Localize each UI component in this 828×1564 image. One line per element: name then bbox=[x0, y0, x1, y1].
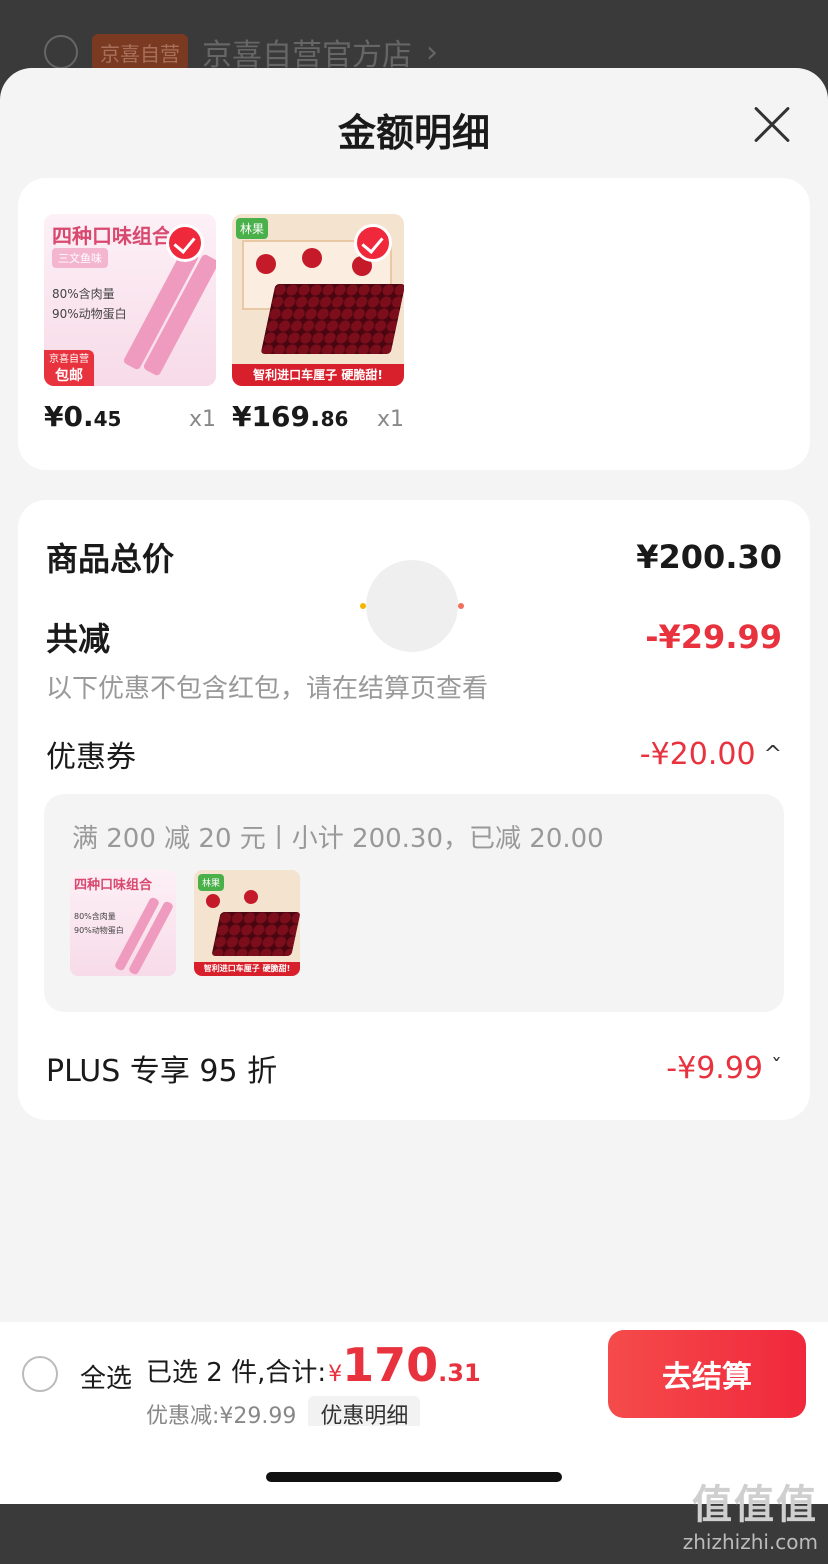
product-image[interactable]: 林果 智利进口车厘子 硬脆甜! bbox=[232, 214, 404, 386]
cherry-graphic bbox=[206, 894, 220, 908]
product-image-tag: 三文鱼味 bbox=[52, 248, 108, 268]
product-image-line: 80%含肉量 bbox=[74, 912, 116, 921]
coupon-value: -¥20.00 ^ bbox=[640, 737, 782, 772]
background-store-radio bbox=[44, 35, 78, 69]
total-currency: ¥ bbox=[328, 1362, 343, 1387]
chevron-down-icon[interactable]: ˇ bbox=[771, 1056, 782, 1081]
selected-count-text: 已选 2 件,合计: bbox=[146, 1358, 327, 1388]
total-reduce-value: -¥29.99 bbox=[645, 618, 782, 656]
product-image-title: 四种口味组合 bbox=[52, 224, 172, 248]
amount-detail-sheet: 金额明细 四种口味组合 三文鱼味 80%含肉量 90%动物蛋白 京喜自营 包邮 bbox=[0, 68, 828, 1504]
checkout-bar: 全选 已选 2 件,合计: ¥ 170 .31 优惠减:¥29.99 优惠明细 … bbox=[0, 1322, 828, 1432]
home-indicator[interactable] bbox=[266, 1472, 562, 1482]
product-item[interactable]: 四种口味组合 三文鱼味 80%含肉量 90%动物蛋白 京喜自营 包邮 ¥0.45… bbox=[44, 214, 216, 433]
coupon-product-thumb: 四种口味组合 80%含肉量 90%动物蛋白 bbox=[70, 870, 176, 976]
cherry-graphic bbox=[244, 890, 258, 904]
chevron-up-icon[interactable]: ^ bbox=[764, 742, 782, 767]
product-image-line: 90%动物蛋白 bbox=[74, 926, 124, 935]
product-price-int: ¥169. bbox=[232, 400, 321, 433]
product-price: ¥0.45 bbox=[44, 400, 121, 433]
plus-discount-amount: -¥9.99 bbox=[666, 1050, 763, 1086]
loader-dot bbox=[458, 603, 464, 609]
total-price-value: ¥200.30 bbox=[636, 538, 782, 576]
watermark-logo: 值值值 bbox=[692, 1482, 818, 1528]
product-price-row: ¥169.86 x1 bbox=[232, 400, 404, 433]
product-price-row: ¥0.45 x1 bbox=[44, 400, 216, 433]
checkmark-icon[interactable] bbox=[354, 224, 392, 262]
cherry-graphic bbox=[256, 254, 276, 274]
coupon-product-thumb: 林果 智利进口车厘子 硬脆甜! bbox=[194, 870, 300, 976]
sheet-title: 金额明细 bbox=[337, 111, 490, 155]
coupon-label: 优惠券 bbox=[46, 740, 136, 775]
products-card: 四种口味组合 三文鱼味 80%含肉量 90%动物蛋白 京喜自营 包邮 ¥0.45… bbox=[18, 178, 810, 470]
product-item[interactable]: 林果 智利进口车厘子 硬脆甜! ¥169.86 x1 bbox=[232, 214, 404, 433]
product-image-line: 80%含肉量 bbox=[52, 287, 115, 301]
product-price-dec: 86 bbox=[320, 407, 349, 431]
watermark: 值值值 zhizhizhi.com bbox=[683, 1472, 818, 1554]
product-banner: 智利进口车厘子 硬脆甜! bbox=[194, 962, 300, 976]
product-badge: 京喜自营 包邮 bbox=[44, 350, 94, 386]
plus-discount-value: -¥9.99 ˇ bbox=[666, 1051, 782, 1086]
total-price-label: 商品总价 bbox=[46, 540, 175, 578]
coupon-amount: -¥20.00 bbox=[639, 736, 756, 772]
close-icon[interactable] bbox=[752, 104, 792, 144]
watermark-url: zhizhizhi.com bbox=[682, 1530, 818, 1554]
product-badge-top: 京喜自营 bbox=[49, 354, 89, 365]
background-store-badge: 京喜自营 bbox=[92, 33, 188, 71]
product-brand-logo: 林果 bbox=[198, 874, 225, 891]
coupon-row[interactable]: 优惠券 -¥20.00 ^ bbox=[46, 732, 782, 776]
product-image-text: 80%含肉量 90%动物蛋白 bbox=[52, 284, 127, 324]
product-image-line: 90%动物蛋白 bbox=[52, 307, 127, 321]
product-quantity: x1 bbox=[376, 407, 404, 432]
select-all-label[interactable]: 全选 bbox=[80, 1358, 132, 1395]
checkmark-icon[interactable] bbox=[166, 224, 204, 262]
product-image-text: 80%含肉量 90%动物蛋白 bbox=[74, 910, 124, 938]
product-price-int: ¥0. bbox=[44, 400, 94, 433]
select-all-radio[interactable] bbox=[22, 1356, 58, 1392]
product-image[interactable]: 四种口味组合 三文鱼味 80%含肉量 90%动物蛋白 京喜自营 包邮 bbox=[44, 214, 216, 386]
chevron-right-icon: › bbox=[426, 34, 438, 70]
total-summary: 已选 2 件,合计: ¥ 170 .31 bbox=[146, 1338, 481, 1392]
product-brand-logo: 林果 bbox=[236, 218, 269, 239]
total-reduce-row: 共减 -¥29.99 bbox=[46, 614, 782, 660]
cherry-tray-graphic bbox=[260, 284, 404, 354]
loader-dot bbox=[360, 603, 366, 609]
product-image-title: 四种口味组合 bbox=[74, 878, 153, 893]
plus-discount-row[interactable]: PLUS 专享 95 折 -¥9.99 ˇ bbox=[46, 1046, 782, 1090]
plus-discount-label: PLUS 专享 95 折 bbox=[46, 1054, 278, 1089]
cherry-graphic bbox=[302, 248, 322, 268]
product-price: ¥169.86 bbox=[232, 400, 348, 433]
coupon-detail-text: 满 200 减 20 元丨小计 200.30，已减 20.00 bbox=[72, 824, 604, 854]
total-amount-dec: .31 bbox=[438, 1359, 481, 1387]
checkout-button[interactable]: 去结算 bbox=[608, 1330, 806, 1418]
price-summary-card: 商品总价 ¥200.30 共减 -¥29.99 以下优惠不包含红包，请在结算页查… bbox=[18, 500, 810, 1120]
product-quantity: x1 bbox=[188, 407, 216, 432]
coupon-detail-box: 满 200 减 20 元丨小计 200.30，已减 20.00 四种口味组合 8… bbox=[44, 794, 784, 1012]
total-reduce-label: 共减 bbox=[46, 620, 111, 658]
product-banner: 智利进口车厘子 硬脆甜! bbox=[232, 364, 404, 386]
discount-note: 以下优惠不包含红包，请在结算页查看 bbox=[46, 674, 489, 704]
cherry-tray-graphic bbox=[211, 912, 300, 956]
total-amount-int: 170 bbox=[342, 1338, 439, 1392]
product-badge-bottom: 包邮 bbox=[55, 368, 83, 384]
product-price-dec: 45 bbox=[93, 407, 122, 431]
